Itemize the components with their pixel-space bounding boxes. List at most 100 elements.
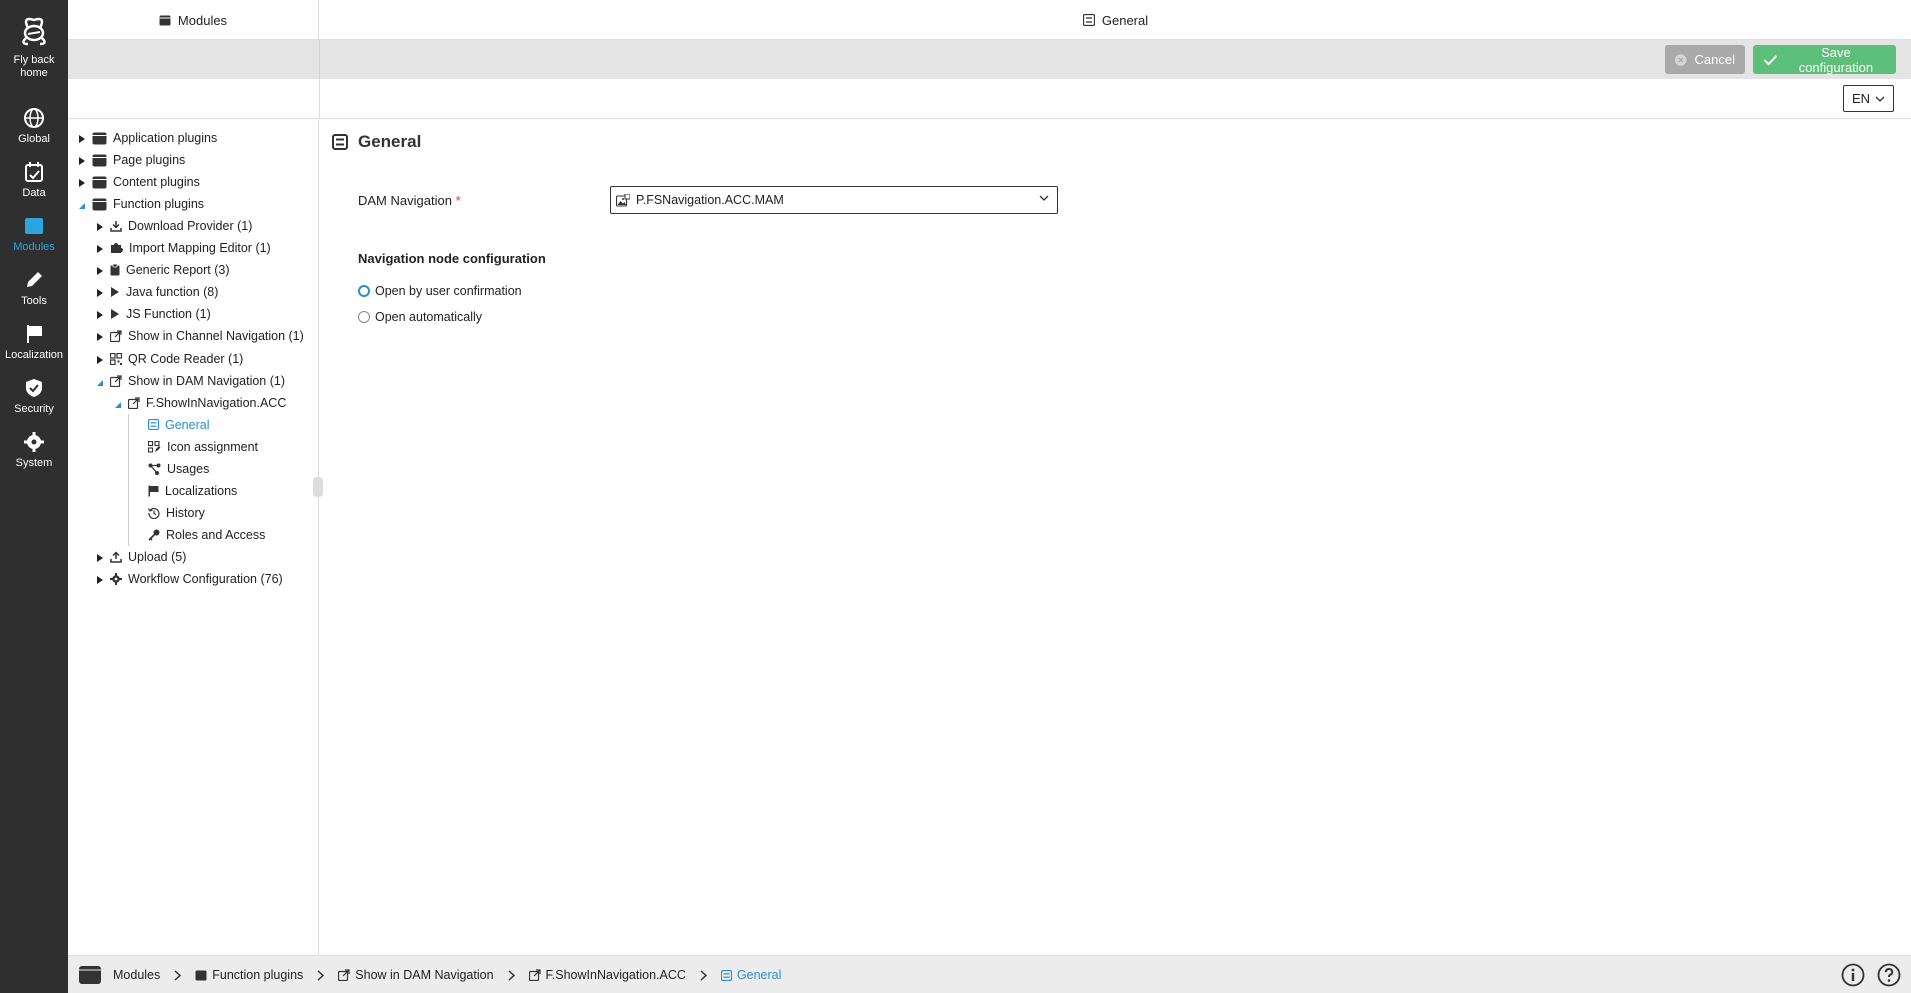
puzzle-icon bbox=[110, 242, 123, 254]
breadcrumb-item-general: General bbox=[720, 968, 781, 982]
tree-item-show-in-dam-navigation-1[interactable]: Show in DAM Navigation (1) bbox=[96, 372, 285, 390]
rail-item-tools[interactable]: Tools bbox=[0, 269, 68, 308]
chevron-right-icon bbox=[700, 969, 707, 981]
radio-open-automatically[interactable]: Open automatically bbox=[358, 310, 482, 324]
breadcrumb-item-f-showinnavigation-acc[interactable]: F.ShowInNavigation.ACC bbox=[528, 968, 686, 982]
tree-item-label: Usages bbox=[167, 461, 210, 476]
chevron-down-icon bbox=[1875, 96, 1885, 102]
tree-item-label: QR Code Reader (1) bbox=[128, 351, 244, 366]
tree-collapsed-toggle-icon[interactable] bbox=[96, 243, 104, 254]
fly-back-home-label: Fly back home bbox=[13, 54, 55, 79]
tree-item-page-plugins[interactable]: Page plugins bbox=[78, 151, 185, 169]
key-icon bbox=[148, 529, 160, 541]
tree-item-label: Workflow Configuration (76) bbox=[128, 572, 283, 586]
breadcrumb-label: Show in DAM Navigation bbox=[355, 968, 494, 982]
gear-icon bbox=[110, 573, 122, 585]
section-title: General bbox=[358, 132, 422, 151]
tree-item-qr-code-reader-1[interactable]: QR Code Reader (1) bbox=[96, 350, 243, 368]
language-select[interactable]: EN bbox=[1843, 85, 1894, 112]
select-value: P.FSNavigation.ACC.MAM bbox=[636, 193, 784, 207]
radio-open-by-user-confirmation[interactable]: Open by user confirmation bbox=[358, 284, 522, 298]
breadcrumb-item-show-in-dam-navigation[interactable]: Show in DAM Navigation bbox=[338, 968, 494, 982]
radio-indicator-checked[interactable] bbox=[358, 285, 370, 297]
tree-item-label: History bbox=[166, 505, 205, 520]
section-heading: General bbox=[332, 132, 421, 152]
tree-item-general[interactable]: General bbox=[148, 416, 209, 434]
tree-item-usages[interactable]: Usages bbox=[148, 460, 209, 478]
general-icon bbox=[332, 134, 348, 150]
play-icon bbox=[110, 286, 120, 298]
tree-item-f-showinnavigation-acc[interactable]: F.ShowInNavigation.ACC bbox=[114, 394, 286, 412]
rail-item-localization[interactable]: Localization bbox=[0, 323, 68, 362]
module-box-icon bbox=[159, 15, 171, 25]
tree-expanded-toggle-icon[interactable] bbox=[96, 376, 104, 386]
tree-collapsed-toggle-icon[interactable] bbox=[96, 265, 104, 276]
tree-item-history[interactable]: History bbox=[148, 504, 205, 522]
tree-item-roles-and-access[interactable]: Roles and Access bbox=[148, 526, 265, 544]
tree-collapsed-toggle-icon[interactable] bbox=[96, 574, 104, 584]
rail-item-label: Modules bbox=[13, 241, 55, 253]
tree-item-import-mapping-editor-1[interactable]: Import Mapping Editor (1) bbox=[96, 239, 271, 257]
tree-item-download-provider-1[interactable]: Download Provider (1) bbox=[96, 217, 252, 235]
tree-collapsed-toggle-icon[interactable] bbox=[96, 552, 104, 562]
tree-item-function-plugins[interactable]: Function plugins bbox=[78, 195, 204, 213]
tree-item-js-function-1[interactable]: JS Function (1) bbox=[96, 305, 211, 323]
cancel-button[interactable]: Cancel bbox=[1665, 45, 1745, 74]
tree-item-localizations[interactable]: Localizations bbox=[148, 482, 237, 500]
tree-item-generic-report-3[interactable]: Generic Report (3) bbox=[96, 261, 230, 279]
tree-item-java-function-8[interactable]: Java function (8) bbox=[96, 283, 218, 301]
editor-panel-header: General bbox=[320, 0, 1911, 40]
breadcrumb-label: Modules bbox=[113, 968, 161, 982]
radio-indicator-unchecked[interactable] bbox=[358, 311, 370, 323]
chevron-down-icon bbox=[1039, 195, 1049, 201]
rail-item-modules[interactable]: Modules bbox=[0, 215, 68, 254]
rail-item-data[interactable]: Data bbox=[0, 161, 68, 200]
breadcrumb-item-function-plugins[interactable]: Function plugins bbox=[195, 968, 303, 982]
tree-item-workflow-configuration-76[interactable]: Workflow Configuration (76) bbox=[96, 570, 283, 588]
tree-item-label: Roles and Access bbox=[166, 527, 266, 542]
dam-navigation-select[interactable]: P.FSNavigation.ACC.MAM bbox=[610, 186, 1058, 214]
tree-item-application-plugins[interactable]: Application plugins bbox=[78, 129, 217, 147]
tree-item-icon-assignment[interactable]: Icon assignment bbox=[148, 438, 258, 456]
tree-collapsed-toggle-icon[interactable] bbox=[96, 354, 104, 364]
radio-label: Open by user confirmation bbox=[375, 284, 522, 298]
bee-logo-icon bbox=[22, 17, 46, 46]
tree-item-show-in-channel-navigation-1[interactable]: Show in Channel Navigation (1) bbox=[96, 327, 304, 345]
data-icon bbox=[25, 162, 43, 182]
tree-collapsed-toggle-icon[interactable] bbox=[78, 155, 86, 166]
tree-collapsed-toggle-icon[interactable] bbox=[96, 309, 104, 320]
radio-label: Open automatically bbox=[375, 310, 483, 324]
save-configuration-button[interactable]: Save configuration bbox=[1753, 44, 1896, 75]
tree-collapsed-toggle-icon[interactable] bbox=[96, 221, 104, 232]
module-box-icon bbox=[92, 176, 107, 189]
pencil-icon bbox=[27, 272, 42, 287]
upload-icon bbox=[110, 551, 122, 563]
rail-item-global[interactable]: Global bbox=[0, 107, 68, 146]
tree-expanded-toggle-icon[interactable] bbox=[78, 199, 86, 210]
flag-icon bbox=[148, 485, 159, 497]
tree-collapsed-toggle-icon[interactable] bbox=[96, 287, 104, 298]
breadcrumb-item-modules[interactable]: Modules bbox=[78, 965, 160, 985]
general-icon bbox=[148, 419, 159, 431]
tree-item-content-plugins[interactable]: Content plugins bbox=[78, 173, 200, 191]
tree-collapsed-toggle-icon[interactable] bbox=[78, 133, 86, 143]
language-value: EN bbox=[1851, 91, 1871, 106]
tree-item-label: Application plugins bbox=[113, 131, 218, 145]
globe-icon bbox=[24, 108, 44, 128]
tree-expanded-toggle-icon[interactable] bbox=[114, 398, 122, 408]
flag-icon bbox=[27, 325, 42, 343]
tree-collapsed-toggle-icon[interactable] bbox=[78, 177, 86, 188]
rail-item-security[interactable]: Security bbox=[0, 377, 68, 416]
tree-collapsed-toggle-icon[interactable] bbox=[96, 331, 104, 342]
rail-item-system[interactable]: System bbox=[0, 431, 68, 470]
tree-item-upload-5[interactable]: Upload (5) bbox=[96, 548, 186, 566]
fly-back-home-button[interactable]: Fly back home bbox=[0, 12, 68, 80]
rail-item-label: Localization bbox=[4, 349, 64, 361]
save-button-label: Save configuration bbox=[1798, 44, 1874, 75]
info-icon[interactable] bbox=[1841, 963, 1865, 987]
language-bar: EN bbox=[68, 79, 1911, 119]
help-icon[interactable] bbox=[1877, 963, 1901, 987]
module-tree: Application plugins Page plugins Content p… bbox=[68, 120, 319, 955]
navigation-node-config-heading: Navigation node configuration bbox=[358, 251, 546, 266]
external-link-icon bbox=[128, 396, 140, 409]
